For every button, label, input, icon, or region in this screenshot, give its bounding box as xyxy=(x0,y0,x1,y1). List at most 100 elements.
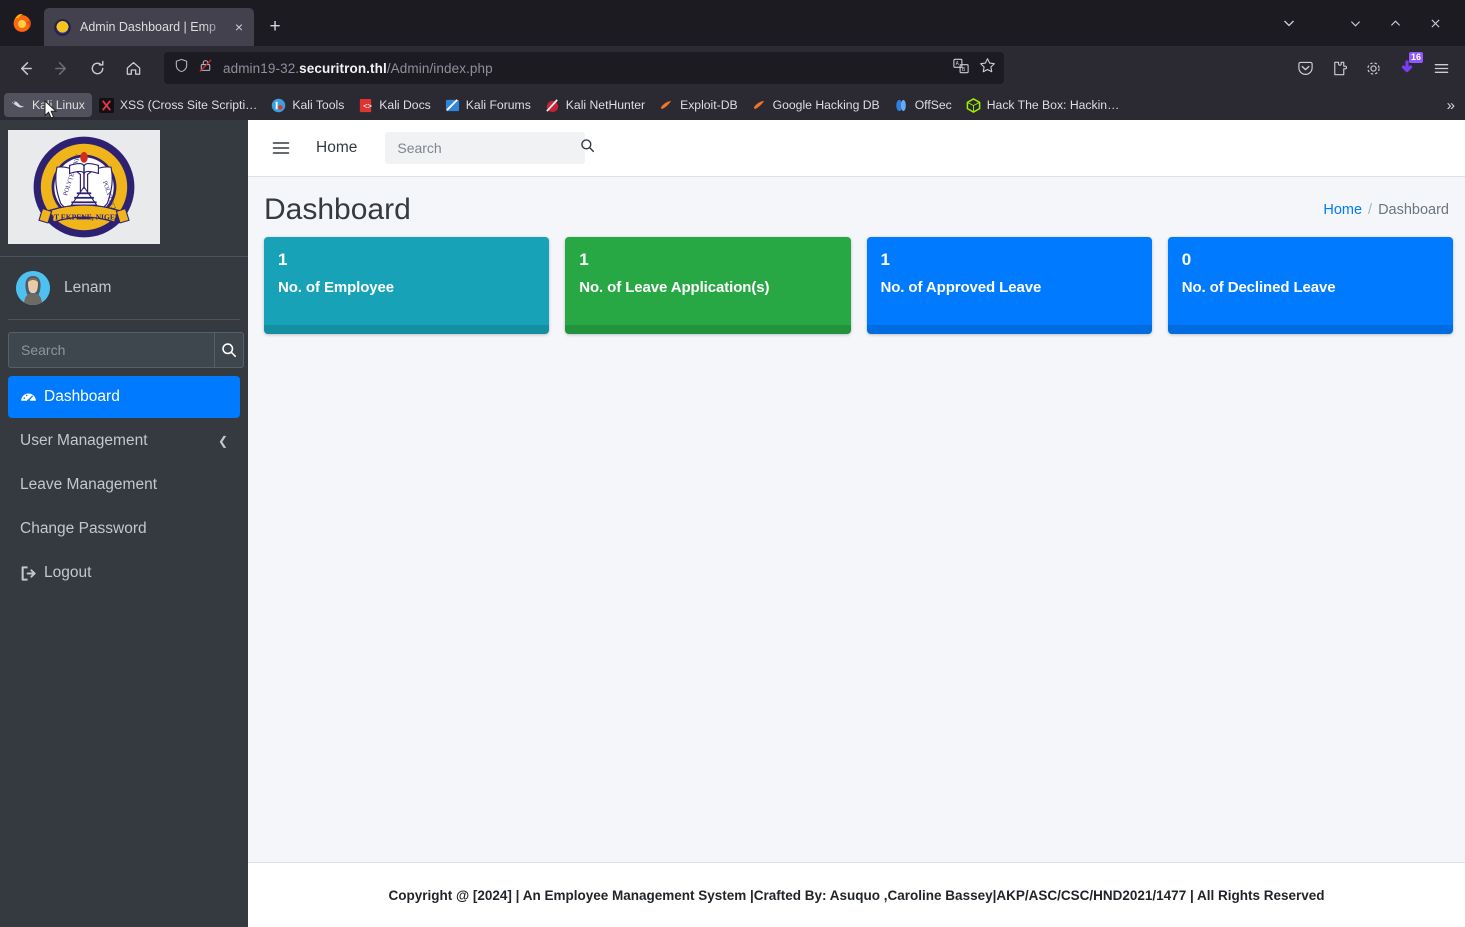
firefox-browser-window: Admin Dashboard | Emp × + admin19-32.sec… xyxy=(0,0,1465,927)
sidebar-item-user-management[interactable]: User Management ❮ xyxy=(8,420,240,462)
stat-label: No. of Leave Application(s) xyxy=(579,278,770,296)
stat-label: No. of Approved Leave xyxy=(880,278,1042,296)
hamburger-icon[interactable] xyxy=(264,131,298,165)
bookmark-kali-forums[interactable]: Kali Forums xyxy=(438,93,538,117)
bookmarks-toolbar: Kali Linux XSS (Cross Site Scripti… Kali… xyxy=(0,90,1465,120)
stat-label: No. of Declined Leave xyxy=(1181,278,1336,296)
tab-title: Admin Dashboard | Emp xyxy=(80,20,216,34)
sidebar-user[interactable]: Lenam xyxy=(0,257,248,319)
bookmarks-overflow-icon[interactable]: » xyxy=(1447,97,1461,114)
tab-strip: Admin Dashboard | Emp × + xyxy=(0,0,1465,46)
search-input[interactable] xyxy=(395,139,581,157)
sidebar-item-label: Leave Management xyxy=(20,476,158,493)
brand-logo[interactable]: POLYTECHNIC POLYTECHNIC IKOT EKPENE, NIG… xyxy=(0,120,248,244)
stat-label: No. of Employee xyxy=(278,278,395,296)
gear-icon[interactable] xyxy=(1357,52,1389,84)
topnav-home-link[interactable]: Home xyxy=(316,139,357,157)
star-icon[interactable] xyxy=(979,57,996,79)
browser-toolbar-actions: 16 xyxy=(1289,52,1457,84)
bookmark-label: Hack The Box: Hackin… xyxy=(986,98,1120,112)
bookmark-label: Kali Linux xyxy=(32,98,85,112)
bookmark-offsec[interactable]: OffSec xyxy=(887,93,959,117)
xss-icon xyxy=(98,97,114,113)
breadcrumb: Home / Dashboard xyxy=(1323,202,1449,218)
sidebar-item-leave-management[interactable]: Leave Management xyxy=(8,464,240,506)
offsec-icon xyxy=(894,98,909,113)
bookmark-exploit-db[interactable]: Exploit-DB xyxy=(652,93,745,117)
sidebar-nav: Dashboard User Management ❮ Leave Manage… xyxy=(0,376,248,596)
chevron-left-icon: ❮ xyxy=(217,434,228,448)
bookmark-kali-linux[interactable]: Kali Linux xyxy=(4,93,92,117)
lock-disabled-icon[interactable] xyxy=(198,58,213,78)
google-hacking-db-icon xyxy=(752,98,767,113)
back-icon[interactable] xyxy=(8,51,42,85)
sidebar-item-change-password[interactable]: Change Password xyxy=(8,508,240,550)
minimize-button[interactable] xyxy=(1335,3,1375,43)
bookmark-kali-nethunter[interactable]: Kali NetHunter xyxy=(538,93,652,117)
new-tab-button[interactable]: + xyxy=(258,10,292,44)
bookmark-hack-the-box[interactable]: Hack The Box: Hackin… xyxy=(959,93,1127,117)
sidebar-item-label: Dashboard xyxy=(44,388,120,405)
footer-text: Copyright @ [2024] | An Employee Managem… xyxy=(388,887,1325,903)
navigation-toolbar: admin19-32.securitron.thl/Admin/index.ph… xyxy=(0,46,1465,90)
stat-card-leave-applications[interactable]: 1 No. of Leave Application(s) xyxy=(565,237,851,334)
extension-icon[interactable] xyxy=(1323,52,1355,84)
sidebar-item-dashboard[interactable]: Dashboard xyxy=(8,376,240,418)
home-icon[interactable] xyxy=(116,51,150,85)
sidebar-search-button[interactable] xyxy=(214,332,244,368)
hack-the-box-icon xyxy=(966,97,981,113)
breadcrumb-current: Dashboard xyxy=(1378,202,1449,218)
stat-card-employees[interactable]: 1 No. of Employee xyxy=(264,237,550,334)
url-text: admin19-32.securitron.thl/Admin/index.ph… xyxy=(223,60,493,76)
browser-tab[interactable]: Admin Dashboard | Emp × xyxy=(44,8,254,46)
app-menu-icon[interactable] xyxy=(1425,52,1457,84)
logout-icon xyxy=(20,565,44,582)
kali-forums-icon xyxy=(445,98,460,113)
main-content: Home Dashboard Home / Dashboard 1 xyxy=(248,120,1465,927)
bookmark-label: Google Hacking DB xyxy=(772,98,880,112)
card-footer xyxy=(264,325,550,334)
web-page-viewport: POLYTECHNIC POLYTECHNIC IKOT EKPENE, NIG… xyxy=(0,120,1465,927)
downloads-icon[interactable]: 16 xyxy=(1391,52,1423,84)
topnav-search xyxy=(385,132,595,164)
bookmark-label: Kali Docs xyxy=(379,98,431,112)
sidebar-search-input[interactable] xyxy=(8,332,214,368)
stat-value: 1 xyxy=(880,250,890,269)
user-name: Lenam xyxy=(64,279,112,296)
avatar xyxy=(16,271,50,305)
breadcrumb-separator: / xyxy=(1368,202,1373,218)
close-window-button[interactable] xyxy=(1415,3,1455,43)
sidebar-item-logout[interactable]: Logout xyxy=(8,552,240,594)
card-footer xyxy=(565,325,851,334)
card-footer xyxy=(866,325,1152,334)
stat-card-declined-leave[interactable]: 0 No. of Declined Leave xyxy=(1167,237,1453,334)
window-controls xyxy=(1269,0,1459,46)
dashboard-icon xyxy=(20,389,44,406)
translate-icon[interactable]: A B xyxy=(953,58,969,79)
search-icon[interactable] xyxy=(580,138,595,158)
list-all-tabs-icon[interactable] xyxy=(1269,3,1309,43)
bookmark-kali-tools[interactable]: Kali Tools xyxy=(264,93,351,117)
bookmark-xss[interactable]: XSS (Cross Site Scripti… xyxy=(92,93,264,117)
svg-text:IKOT EKPENE, NIGERIA: IKOT EKPENE, NIGERIA xyxy=(39,212,129,221)
stat-card-approved-leave[interactable]: 1 No. of Approved Leave xyxy=(866,237,1152,334)
sidebar-item-label: Logout xyxy=(44,564,92,581)
breadcrumb-home-link[interactable]: Home xyxy=(1323,202,1362,218)
bookmark-google-hacking-db[interactable]: Google Hacking DB xyxy=(745,93,887,117)
stat-cards: 1 No. of Employee 1 No. of Leave Applica… xyxy=(248,233,1465,334)
close-icon[interactable]: × xyxy=(230,18,248,36)
bookmark-label: Kali NetHunter xyxy=(565,98,646,112)
reload-icon[interactable] xyxy=(80,51,114,85)
admin-sidebar: POLYTECHNIC POLYTECHNIC IKOT EKPENE, NIG… xyxy=(0,120,248,927)
svg-text:A: A xyxy=(956,61,960,67)
shield-icon[interactable] xyxy=(174,58,189,78)
downloads-badge: 16 xyxy=(1408,52,1423,63)
maximize-button[interactable] xyxy=(1375,3,1415,43)
bookmark-label: Exploit-DB xyxy=(680,98,738,112)
card-footer xyxy=(1167,325,1453,334)
institution-crest-icon: POLYTECHNIC POLYTECHNIC IKOT EKPENE, NIG… xyxy=(8,130,160,244)
pocket-icon[interactable] xyxy=(1289,52,1321,84)
kali-nethunter-icon xyxy=(545,98,560,113)
bookmark-kali-docs[interactable]: <> Kali Docs xyxy=(351,93,437,117)
address-bar[interactable]: admin19-32.securitron.thl/Admin/index.ph… xyxy=(164,52,1004,84)
